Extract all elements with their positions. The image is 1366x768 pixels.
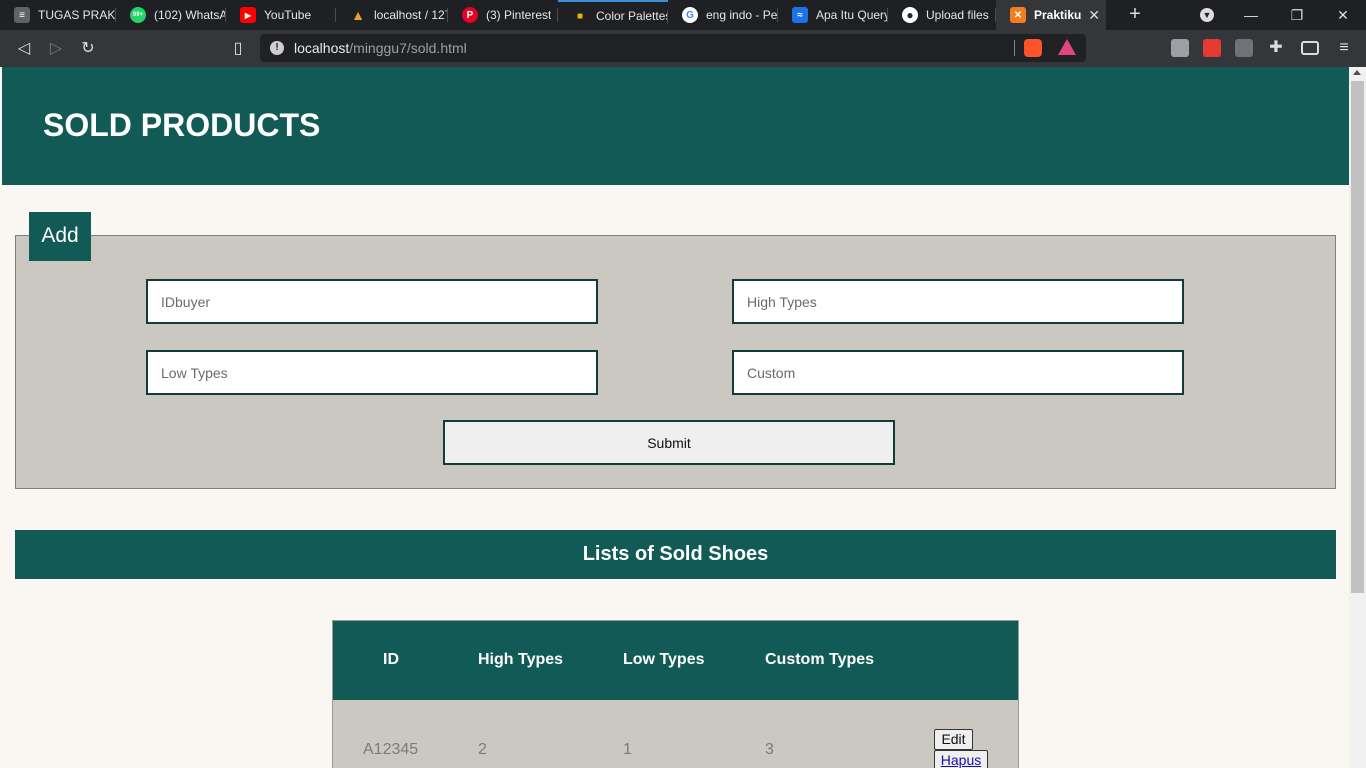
reload-icon[interactable]: ↻ (77, 38, 99, 60)
browser-tab-1[interactable]: ≡ TUGAS PRAKTIKUM (0, 0, 116, 30)
scroll-up-icon[interactable] (1353, 70, 1361, 75)
puzzle-icon[interactable]: ✚ (1267, 39, 1285, 57)
close-tab-icon[interactable]: ✕ (1088, 7, 1100, 24)
tab-title: YouTube (264, 8, 312, 22)
bookmark-icon[interactable]: ▯ (227, 38, 249, 60)
idbuyer-input[interactable] (146, 279, 598, 324)
minimize-icon[interactable]: — (1229, 0, 1273, 30)
scrollbar-thumb[interactable] (1351, 81, 1364, 593)
url-text[interactable]: localhost/minggu7/sold.html (294, 40, 467, 56)
phpmyadmin-icon: ▲ (351, 7, 365, 23)
browser-tab-3[interactable]: ▶ YouTube (226, 0, 336, 30)
brave-rewards-icon[interactable] (1058, 39, 1076, 55)
brave-shield-icon[interactable] (1024, 39, 1042, 57)
restore-icon[interactable]: ❐ (1275, 0, 1319, 30)
browser-toolbar: ◁ ▷ ↻ ▯ ! localhost/minggu7/sold.html ✚ … (0, 30, 1366, 67)
page-scrollbar[interactable] (1349, 67, 1366, 768)
column-header-custom: Custom Types (765, 651, 875, 668)
tab-title: Color Palettes (596, 9, 668, 23)
tab-title: (3) Pinterest (486, 8, 552, 22)
submit-button[interactable]: Submit (443, 420, 895, 465)
menu-icon[interactable]: ≡ (1335, 39, 1353, 57)
column-header-high: High Types (478, 651, 564, 668)
palette-icon: ■ (576, 10, 584, 22)
back-icon[interactable]: ◁ (13, 38, 35, 60)
forward-icon[interactable]: ▷ (45, 38, 67, 60)
document-icon: ≡ (14, 7, 30, 23)
browser-tab-9[interactable]: ● Upload files (888, 0, 996, 30)
page-content: SOLD PRODUCTS Add Submit Lists of Sold S… (2, 67, 1349, 768)
github-icon: ● (902, 7, 918, 23)
copy-extension-icon[interactable] (1235, 39, 1253, 57)
tab-title: Upload files (926, 8, 989, 22)
chart-icon: ≈ (792, 7, 808, 23)
address-bar[interactable]: ! localhost/minggu7/sold.html (260, 34, 1086, 62)
browser-tabbar: ≡ TUGAS PRAKTIKUM 99+ (102) WhatsApp ▶ Y… (0, 0, 1366, 30)
tab-title: eng indo - Penelusuran Google (706, 8, 778, 22)
browser-tab-5[interactable]: P (3) Pinterest (448, 0, 558, 30)
cell-high: 2 (478, 741, 487, 758)
browser-tab-4[interactable]: ▲ localhost / 127.0.0.1 (336, 0, 448, 30)
column-header-low: Low Types (623, 651, 705, 668)
tab-title: (102) WhatsApp (154, 8, 226, 22)
low-types-input[interactable] (146, 350, 598, 395)
google-icon: G (682, 7, 698, 23)
page-header: SOLD PRODUCTS (2, 67, 1349, 185)
browser-tab-8[interactable]: ≈ Apa Itu Query (778, 0, 888, 30)
whatsapp-icon: 99+ (130, 7, 146, 23)
site-info-icon[interactable]: ! (270, 41, 284, 55)
edit-button[interactable]: Edit (934, 729, 973, 750)
wallet-icon[interactable] (1301, 41, 1319, 55)
list-title: Lists of Sold Shoes (15, 530, 1336, 579)
tab-search-icon[interactable]: ▼ (1185, 0, 1229, 30)
cell-id: A12345 (363, 741, 419, 758)
high-types-input[interactable] (732, 279, 1184, 324)
tab-title: TUGAS PRAKTIKUM (38, 8, 116, 22)
tab-title: Apa Itu Query (816, 8, 888, 22)
pinterest-icon: P (462, 7, 478, 23)
cell-low: 1 (623, 741, 632, 758)
tab-title: Praktikum (1034, 8, 1082, 22)
delete-button[interactable]: Hapus (934, 750, 988, 768)
new-tab-icon[interactable]: + (1124, 3, 1146, 27)
browser-tab-active[interactable]: ✕ Praktikum ✕ (996, 0, 1106, 30)
tab-title: localhost / 127.0.0.1 (374, 8, 448, 22)
column-header-id: ID (383, 651, 399, 668)
custom-input[interactable] (732, 350, 1184, 395)
add-legend: Add (29, 212, 91, 261)
table-row: A12345 2 1 3 Edit Hapus (333, 700, 1018, 768)
mendeley-icon[interactable] (1203, 39, 1221, 57)
youtube-icon: ▶ (240, 7, 256, 23)
cell-custom: 3 (765, 741, 774, 758)
table-header: ID High Types Low Types Custom Types (333, 621, 1018, 700)
page-title: SOLD PRODUCTS (43, 107, 321, 143)
extension-icon[interactable] (1171, 39, 1189, 57)
browser-tab-2[interactable]: 99+ (102) WhatsApp (116, 0, 226, 30)
xampp-icon: ✕ (1010, 7, 1026, 23)
close-window-icon[interactable]: ✕ (1321, 0, 1365, 30)
sold-table: ID High Types Low Types Custom Types A12… (332, 620, 1019, 768)
browser-tab-7[interactable]: G eng indo - Penelusuran Google (668, 0, 778, 30)
browser-tab-6[interactable]: ■ Color Palettes (558, 0, 668, 30)
